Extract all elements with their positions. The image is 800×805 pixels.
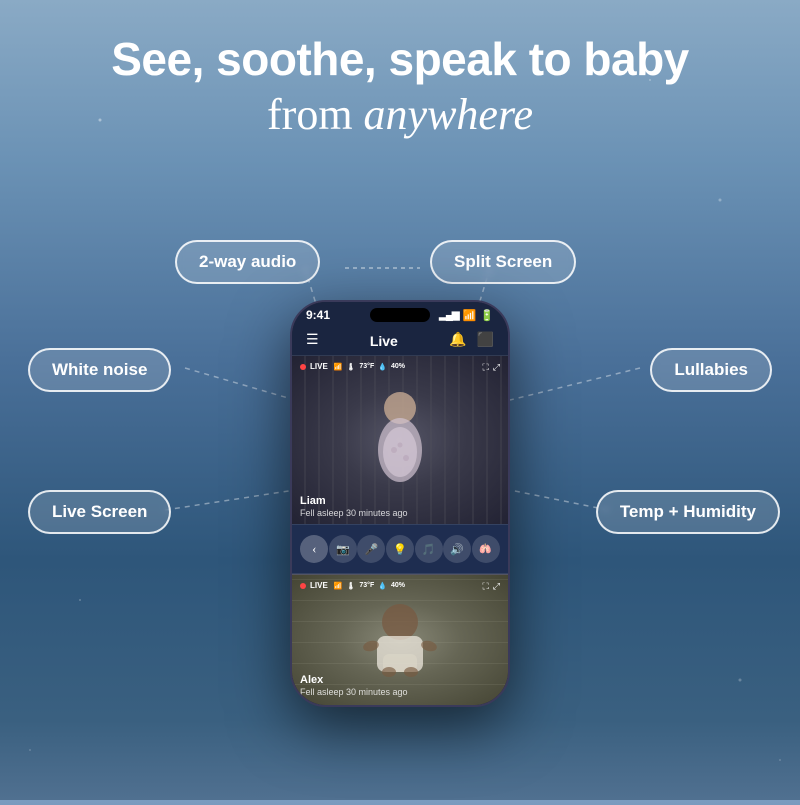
baby-status-liam: Fell asleep 30 minutes ago [300,508,408,518]
back-button[interactable]: ‹ [300,535,328,563]
nav-title: Live [370,333,398,349]
pill-2way-audio: 2-way audio [175,240,320,284]
nav-bar: ☰ Live 🔔 ⬛ [292,326,508,356]
breath-button[interactable]: 🫁 [472,535,500,563]
baby-name-liam: Liam [300,495,408,507]
speaker-button[interactable]: 🔊 [443,535,471,563]
controls-bar: ‹ 📷 🎤 💡 🎵 🔊 🫁 [292,524,508,574]
feed-top-liam: LIVE 📶 🌡 73°F 💧 40% ⛶ ⤢ [292,356,508,524]
live-badge-alex: LIVE 📶 🌡 73°F 💧 40% [300,581,405,590]
pill-split-screen: Split Screen [430,240,576,284]
camera-button[interactable]: 📷 [329,535,357,563]
hero-headline: See, soothe, speak to baby from anywhere [0,0,800,162]
wifi-icon: 📶 [463,309,477,322]
fullscreen-icon-liam[interactable]: ⤢ [493,362,500,373]
music-button[interactable]: 🎵 [415,535,443,563]
expand-icon-alex[interactable]: ⛶ [482,581,488,592]
headline-line1: See, soothe, speak to baby [60,32,740,87]
baby-illustration-alex [355,600,445,680]
temp-liam: 🌡 [347,363,356,371]
feed-label-liam: Liam Fell asleep 30 minutes ago [300,495,408,518]
feed-expand-alex[interactable]: ⛶ ⤢ [482,581,500,592]
wifi-indicator-liam: 📶 [334,363,343,371]
bell-icon[interactable]: 🔔 [449,332,466,349]
live-dot-alex [300,583,306,589]
headline-line2: from anywhere [60,89,740,142]
feed-expand-liam[interactable]: ⛶ ⤢ [482,362,500,373]
phone-body: 9:41 ▂▄▆ 📶 🔋 ☰ Live 🔔 ⬛ [290,300,510,707]
baby-status-alex: Fell asleep 30 minutes ago [300,687,408,697]
live-label-liam: LIVE [310,362,328,371]
drop-icon-liam: 💧 [378,363,387,371]
pill-lullabies: Lullabies [650,348,772,392]
mic-button[interactable]: 🎤 [357,535,385,563]
live-label-alex: LIVE [310,581,328,590]
live-dot-liam [300,364,306,370]
signal-icon: ▂▄▆ [439,310,458,321]
headline-anywhere: anywhere [364,90,533,139]
camera-feed-alex: LIVE 📶 🌡 73°F 💧 40% ⛶ ⤢ Alex Fell [292,575,508,705]
pill-live-screen: Live Screen [28,490,171,534]
dynamic-island [370,308,430,322]
headline-from: from [267,90,364,139]
status-bar: 9:41 ▂▄▆ 📶 🔋 [292,302,508,326]
pill-temp-humidity: Temp + Humidity [596,490,780,534]
baby-illustration-liam [360,390,440,490]
light-button[interactable]: 💡 [386,535,414,563]
camera-feed-liam: LIVE 📶 🌡 73°F 💧 40% ⛶ ⤢ [292,356,508,705]
feed-info-liam: LIVE 📶 🌡 73°F 💧 40% ⛶ ⤢ [300,362,500,373]
battery-icon: 🔋 [480,309,494,322]
nav-icons: 🔔 ⬛ [449,332,494,349]
pill-white-noise: White noise [28,348,171,392]
expand-icon-liam[interactable]: ⛶ [482,362,488,373]
feed-info-alex: LIVE 📶 🌡 73°F 💧 40% ⛶ ⤢ [300,581,500,592]
phone-mockup: 9:41 ▂▄▆ 📶 🔋 ☰ Live 🔔 ⬛ [290,300,510,707]
stop-icon[interactable]: ⬛ [477,332,494,349]
hamburger-icon[interactable]: ☰ [306,332,319,349]
status-time: 9:41 [306,308,330,322]
live-badge-liam: LIVE 📶 🌡 73°F 💧 40% [300,362,405,371]
fullscreen-icon-alex[interactable]: ⤢ [493,581,500,592]
status-icons: ▂▄▆ 📶 🔋 [439,309,494,322]
